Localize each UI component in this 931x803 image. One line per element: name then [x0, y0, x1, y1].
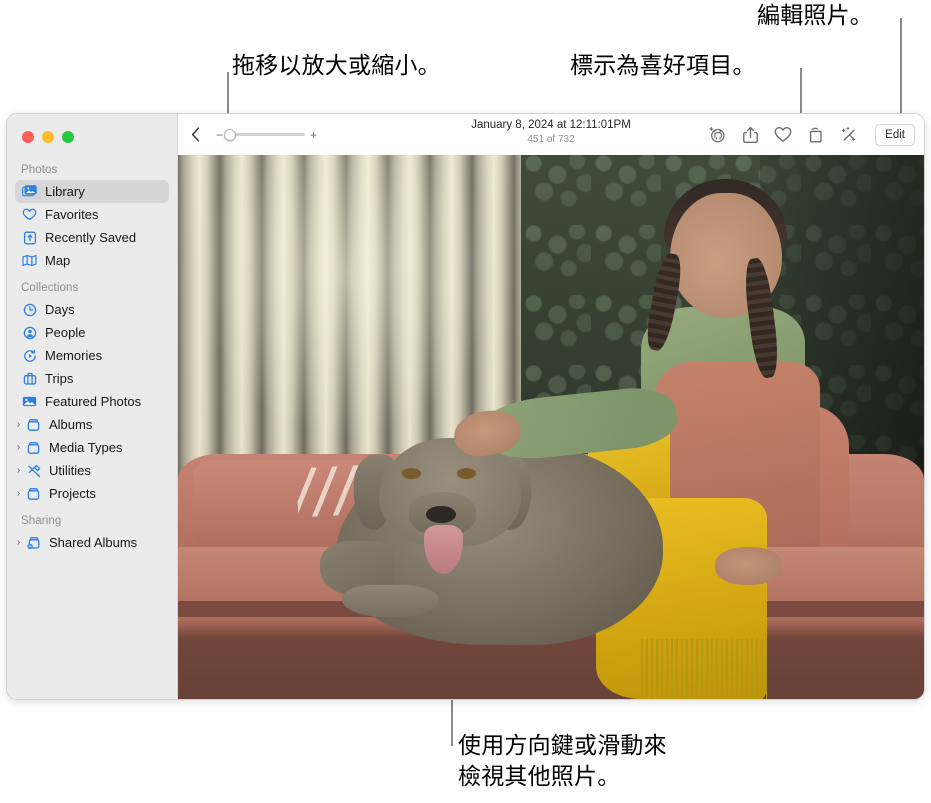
chevron-right-icon[interactable]: ›	[13, 465, 24, 476]
sidebar: Photos Library Favorites Recently Saved	[7, 114, 178, 699]
chevron-right-icon[interactable]: ›	[13, 488, 24, 499]
sidebar-item-label: People	[45, 325, 86, 340]
visual-lookup-icon[interactable]	[707, 125, 727, 145]
sidebar-item-utilities[interactable]: › Utilities	[15, 459, 169, 482]
sidebar-item-featured-photos[interactable]: Featured Photos	[15, 390, 169, 413]
edit-button[interactable]: Edit	[875, 123, 915, 146]
sidebar-item-label: Projects	[49, 486, 96, 501]
sidebar-item-favorites[interactable]: Favorites	[15, 203, 169, 226]
sidebar-item-people[interactable]: People	[15, 321, 169, 344]
sidebar-item-memories[interactable]: Memories	[15, 344, 169, 367]
main-pane: − + January 8, 2024 at 12:11:01PM 451 of…	[178, 114, 924, 699]
photo-viewer[interactable]	[178, 155, 924, 699]
zoom-slider-track[interactable]	[224, 128, 306, 141]
clock-icon	[21, 301, 38, 318]
sidebar-item-trips[interactable]: Trips	[15, 367, 169, 390]
sidebar-item-label: Favorites	[45, 207, 99, 222]
sidebar-item-shared-albums[interactable]: › Shared Albums	[15, 531, 169, 554]
map-icon	[21, 252, 38, 269]
zoom-slider-knob[interactable]	[224, 128, 237, 141]
sidebar-item-label: Recently Saved	[45, 230, 137, 245]
zoom-out-label[interactable]: −	[216, 129, 223, 141]
minimize-button[interactable]	[42, 131, 54, 143]
recently-saved-icon	[21, 229, 38, 246]
sidebar-item-albums[interactable]: › Albums	[15, 413, 169, 436]
browse-callout-text: 使用方向鍵或滑動來 檢視其他照片。	[458, 732, 667, 789]
toolbar-left-group: − +	[184, 123, 317, 147]
window-controls	[7, 120, 177, 154]
toolbar: − + January 8, 2024 at 12:11:01PM 451 of…	[178, 114, 924, 155]
album-icon	[25, 439, 42, 456]
sidebar-item-label: Media Types	[49, 440, 123, 455]
heart-icon	[21, 206, 38, 223]
featured-photos-icon	[21, 393, 38, 410]
favorite-callout-text: 標示為喜好項目。	[570, 52, 756, 78]
magic-wand-icon[interactable]	[839, 125, 859, 145]
sidebar-item-projects[interactable]: › Projects	[15, 482, 169, 505]
heart-icon[interactable]	[773, 125, 793, 145]
sidebar-section-header-sharing: Sharing	[21, 515, 62, 527]
sidebar-item-label: Utilities	[49, 463, 91, 478]
toolbar-actions: Edit	[707, 123, 915, 146]
chevron-right-icon[interactable]: ›	[13, 419, 24, 430]
sidebar-item-days[interactable]: Days	[15, 298, 169, 321]
sidebar-item-recently-saved[interactable]: Recently Saved	[15, 226, 169, 249]
chevron-left-icon[interactable]	[184, 123, 206, 147]
zoom-callout-text: 拖移以放大或縮小。	[232, 52, 441, 78]
sidebar-item-media-types[interactable]: › Media Types	[15, 436, 169, 459]
edit-callout-text: 編輯照片。	[757, 2, 873, 28]
sidebar-item-label: Trips	[45, 371, 74, 386]
zoom-in-label[interactable]: +	[310, 129, 317, 141]
album-icon	[25, 485, 42, 502]
library-icon	[21, 183, 38, 200]
close-button[interactable]	[22, 131, 34, 143]
memories-icon	[21, 347, 38, 364]
photo-tone-overlay	[178, 155, 924, 699]
zoom-button[interactable]	[62, 131, 74, 143]
person-icon	[21, 324, 38, 341]
edit-button-label: Edit	[885, 128, 905, 141]
shared-album-icon	[25, 534, 42, 551]
share-icon[interactable]	[740, 125, 760, 145]
screenshot-root: 拖移以放大或縮小。 標示為喜好項目。 編輯照片。 使用方向鍵或滑動來 檢視其他照…	[0, 0, 931, 803]
sidebar-section-header-collections: Collections	[21, 282, 79, 294]
trips-icon	[21, 370, 38, 387]
edit-callout-leader	[900, 18, 902, 122]
sidebar-section-header-photos: Photos	[21, 164, 58, 176]
sidebar-item-library[interactable]: Library	[15, 180, 169, 203]
sidebar-item-label: Featured Photos	[45, 394, 142, 409]
sidebar-item-label: Days	[45, 302, 75, 317]
sidebar-item-label: Map	[45, 253, 71, 268]
sidebar-item-label: Shared Albums	[49, 535, 138, 550]
chevron-right-icon[interactable]: ›	[13, 537, 24, 548]
album-icon	[25, 416, 42, 433]
chevron-right-icon[interactable]: ›	[13, 442, 24, 453]
sidebar-item-label: Albums	[49, 417, 93, 432]
sidebar-item-label: Library	[45, 184, 85, 199]
photo-image[interactable]	[178, 155, 924, 699]
sidebar-item-label: Memories	[45, 348, 103, 363]
utilities-icon	[25, 462, 42, 479]
sidebar-item-map[interactable]: Map	[15, 249, 169, 272]
rotate-icon[interactable]	[806, 125, 826, 145]
photos-app-window: Photos Library Favorites Recently Saved	[6, 113, 925, 700]
zoom-slider[interactable]: − +	[216, 128, 317, 141]
